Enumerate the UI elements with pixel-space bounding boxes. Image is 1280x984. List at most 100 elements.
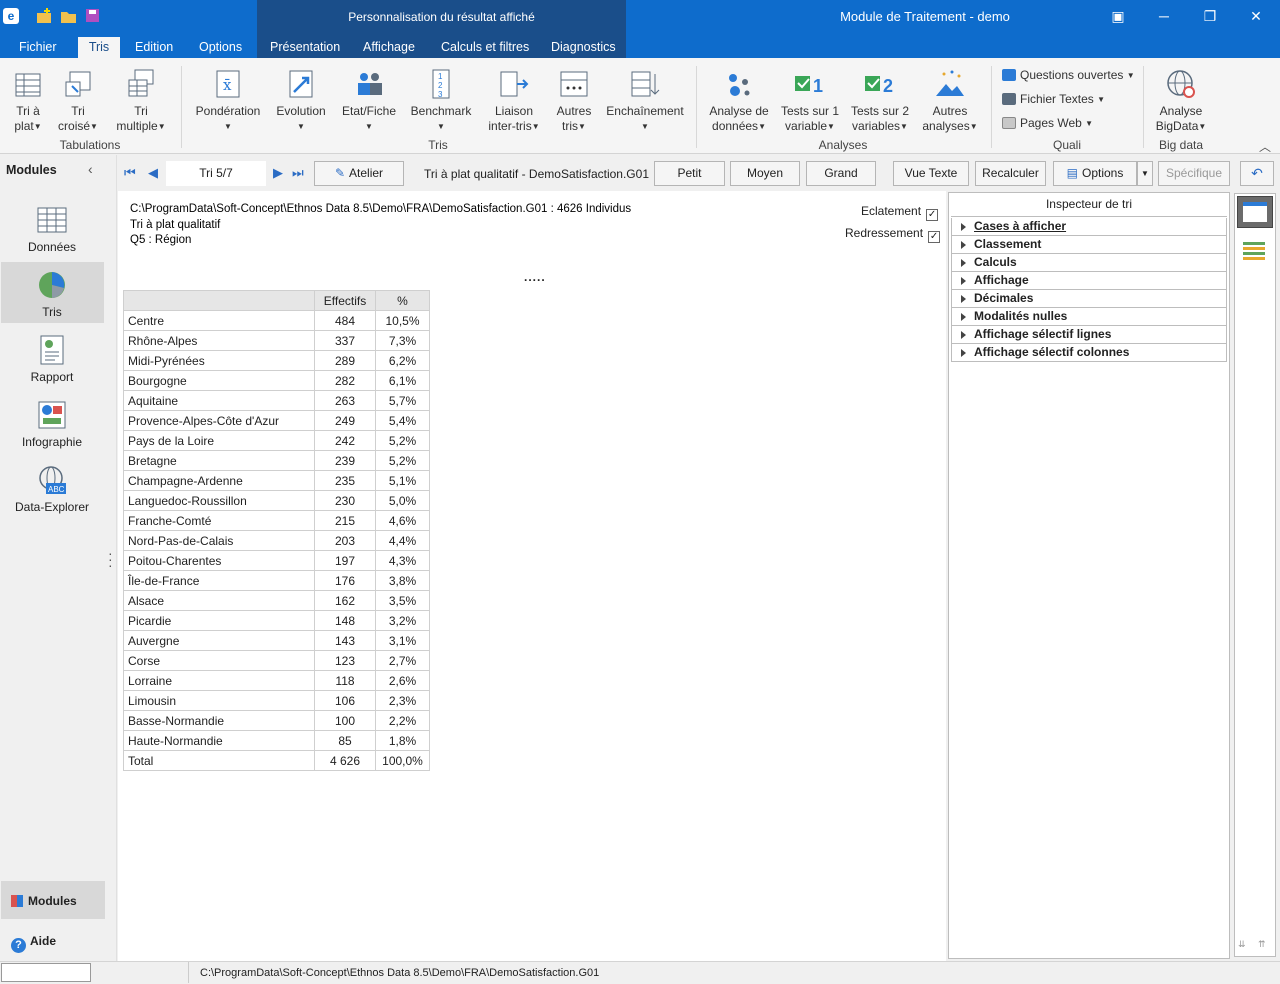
splitter-handle[interactable]: ..... — [524, 270, 546, 284]
options-icon: ▤ — [1066, 166, 1078, 180]
eclatement-checkbox[interactable]: Eclatement ✓ — [861, 204, 939, 221]
questions-ouvertes-button[interactable]: Questions ouvertes ▼ — [1002, 68, 1135, 82]
row-effectif: 249 — [314, 410, 376, 431]
autres-analyses-button[interactable]: Autres analyses▼ — [920, 68, 980, 134]
inspector-section[interactable]: Décimales — [951, 290, 1227, 308]
row-percent: 5,7% — [375, 390, 430, 411]
analyse-donnees-button[interactable]: Analyse de données▼ — [705, 68, 773, 134]
inspector-section[interactable]: Classement — [951, 236, 1227, 254]
collapse-ribbon-icon[interactable]: ︿ — [1259, 138, 1271, 155]
tab-presentation[interactable]: Présentation — [270, 40, 340, 54]
svg-text:x̄: x̄ — [223, 76, 232, 94]
table-row: Pays de la Loire 242 5,2% — [123, 430, 430, 451]
previous-icon[interactable]: ◀ — [148, 165, 158, 181]
restore-button[interactable]: ❐ — [1197, 6, 1223, 26]
sequence-icon — [631, 71, 660, 97]
collapse-sidebar-icon[interactable]: ‹ — [88, 161, 93, 177]
row-effectif: 337 — [314, 330, 376, 351]
analyse-bigdata-button[interactable]: Analyse BigData▼ — [1152, 68, 1210, 134]
tri-a-plat-button[interactable]: Tri à plat▼ — [8, 68, 48, 134]
aide-button[interactable]: ? Aide — [11, 934, 56, 953]
status-input[interactable] — [1, 963, 91, 982]
pages-web-button[interactable]: Pages Web ▼ — [1002, 116, 1093, 130]
tab-diagnostics[interactable]: Diagnostics — [551, 40, 616, 54]
list-tool-icon[interactable] — [1243, 242, 1265, 262]
minimize-button[interactable]: ─ — [1151, 6, 1177, 26]
undo-icon[interactable]: ↶ — [1240, 161, 1274, 186]
tri-croise-button[interactable]: Tri croisé▼ — [56, 68, 100, 134]
inspector-section[interactable]: Affichage sélectif colonnes — [951, 344, 1227, 362]
form-icon — [1243, 202, 1267, 222]
inspector-section[interactable]: Cases à afficher — [951, 218, 1227, 236]
etat-fiche-button[interactable]: Etat/Fiche ▼ — [338, 68, 400, 134]
module-donnees[interactable]: Données — [0, 204, 104, 254]
redressement-checkbox[interactable]: Redressement ✓ — [845, 226, 941, 243]
inspector-section[interactable]: Calculs — [951, 254, 1227, 272]
more-tables-icon — [560, 71, 588, 97]
atelier-button[interactable]: ✎ Atelier — [314, 161, 404, 186]
inspector-section[interactable]: Affichage sélectif lignes — [951, 326, 1227, 344]
svg-text:3: 3 — [438, 90, 443, 99]
fichier-textes-button[interactable]: Fichier Textes ▼ — [1002, 92, 1105, 106]
recalculer-button[interactable]: Recalculer — [975, 161, 1046, 186]
row-percent: 3,2% — [375, 610, 430, 631]
enchainement-button[interactable]: Enchaînement ▼ — [604, 68, 686, 134]
benchmark-button[interactable]: 123 Benchmark ▼ — [408, 68, 474, 134]
row-effectif: 148 — [314, 610, 376, 631]
first-icon[interactable]: ⏮ — [124, 165, 136, 181]
tests-2-variables-button[interactable]: 2 Tests sur 2 variables▼ — [849, 68, 911, 134]
row-percent: 2,2% — [375, 710, 430, 731]
module-data-explorer[interactable]: ABC Data-Explorer — [0, 464, 104, 514]
table-row: Poitou-Charentes 197 4,3% — [123, 550, 430, 571]
modules-bottom-button[interactable]: Modules — [11, 894, 77, 908]
evolution-button[interactable]: Evolution ▼ — [272, 68, 330, 134]
specifique-button[interactable]: Spécifique — [1158, 161, 1230, 186]
svg-text:2: 2 — [883, 76, 893, 96]
tab-fichier[interactable]: Fichier — [19, 40, 57, 54]
row-effectif: 4 626 — [314, 750, 376, 771]
open-folder-icon[interactable] — [60, 7, 78, 25]
save-icon[interactable] — [84, 7, 102, 25]
ribbon-display-icon[interactable]: ▣ — [1105, 6, 1131, 26]
autres-tris-button[interactable]: Autres tris▼ — [552, 68, 596, 134]
ponderation-button[interactable]: x̄ Pondération ▼ — [193, 68, 263, 134]
total-row: Total 4 626 100,0% — [123, 750, 430, 771]
next-icon[interactable]: ▶ — [273, 165, 283, 181]
header-label — [123, 290, 315, 311]
row-label: Nord-Pas-de-Calais — [123, 530, 315, 551]
last-icon[interactable]: ⏭ — [292, 165, 304, 181]
tab-calculs-filtres[interactable]: Calculs et filtres — [441, 40, 529, 54]
row-label: Provence-Alpes-Côte d'Azur — [123, 410, 315, 431]
scroll-down-icon[interactable]: ⇊ — [1238, 939, 1246, 950]
tests-1-variable-button[interactable]: 1 Tests sur 1 variable▼ — [779, 68, 841, 134]
row-percent: 6,1% — [375, 370, 430, 391]
petit-button[interactable]: Petit — [654, 161, 725, 186]
module-rapport[interactable]: Rapport — [0, 334, 104, 384]
table-row: Centre 484 10,5% — [123, 310, 430, 331]
scroll-up-icon[interactable]: ⇈ — [1258, 939, 1266, 950]
tri-multiple-button[interactable]: Tri multiple▼ — [112, 68, 170, 134]
data-grid-icon — [37, 207, 67, 233]
new-folder-icon[interactable] — [36, 7, 54, 25]
options-button[interactable]: ▤ Options — [1053, 161, 1137, 186]
tab-tris[interactable]: Tris — [78, 37, 120, 59]
module-infographie[interactable]: Infographie — [0, 399, 104, 449]
tab-affichage[interactable]: Affichage — [363, 40, 415, 54]
row-effectif: 197 — [314, 550, 376, 571]
liaison-inter-tris-button[interactable]: Liaison inter-tris▼ — [484, 68, 544, 134]
row-label: Aquitaine — [123, 390, 315, 411]
landscape-icon — [936, 70, 964, 96]
close-button[interactable]: ✕ — [1243, 6, 1269, 26]
module-tris[interactable]: Tris — [0, 269, 104, 319]
sidebar-resize-handle[interactable]: · · · — [108, 546, 113, 572]
tab-edition[interactable]: Edition — [135, 40, 173, 54]
inspector-section[interactable]: Modalités nulles — [951, 308, 1227, 326]
vue-texte-button[interactable]: Vue Texte — [893, 161, 969, 186]
inspector-tool-button[interactable] — [1237, 196, 1273, 228]
moyen-button[interactable]: Moyen — [730, 161, 800, 186]
inspector-section[interactable]: Affichage — [951, 272, 1227, 290]
tab-options[interactable]: Options — [199, 40, 242, 54]
app-title: Module de Traitement - demo — [840, 9, 1010, 24]
grand-button[interactable]: Grand — [806, 161, 876, 186]
options-dropdown-icon[interactable]: ▼ — [1137, 161, 1153, 186]
